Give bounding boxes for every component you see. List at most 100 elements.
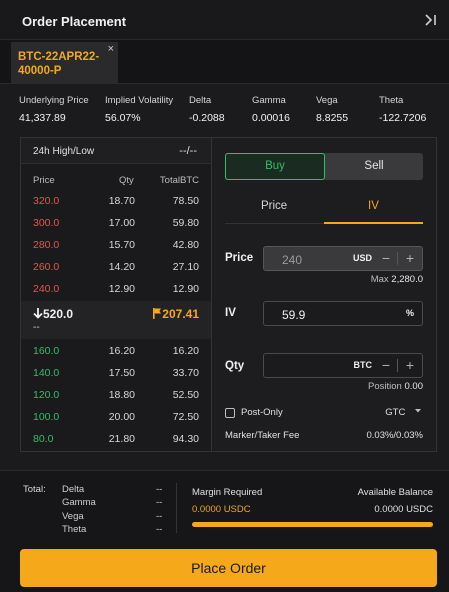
qty-input[interactable]: BTC − +	[263, 353, 423, 378]
ask-price: 260.0	[33, 261, 60, 273]
total-label: Total:	[23, 484, 46, 495]
last-price: 207.41	[152, 307, 199, 321]
total-gamma-value: --	[156, 497, 163, 508]
instrument-tab-label: BTC-22APR22-40000-P	[18, 51, 100, 77]
minus-icon[interactable]: −	[382, 357, 390, 373]
ask-row[interactable]: 320.0 18.70 78.50	[21, 195, 211, 217]
ask-total: 27.10	[172, 261, 199, 273]
greek-label: Delta	[189, 95, 212, 106]
tab-iv[interactable]: IV	[368, 200, 379, 212]
high-low-row: 24h High/Low --/--	[21, 138, 211, 164]
margin-required-label: Margin Required	[192, 487, 263, 498]
bid-price: 100.0	[33, 411, 60, 423]
tab-price[interactable]: Price	[261, 200, 287, 212]
position-value: 0.00	[404, 381, 424, 392]
margin-usage-bar	[192, 522, 433, 527]
greek-theta: Theta -122.7206	[379, 95, 426, 124]
total-vega-value: --	[156, 511, 163, 522]
post-only-label: Post-Only	[241, 407, 283, 418]
bid-row[interactable]: 100.0 20.00 72.50	[21, 411, 211, 433]
price-unit: USD	[352, 253, 372, 263]
ask-row[interactable]: 260.0 14.20 27.10	[21, 261, 211, 283]
bid-price: 160.0	[33, 345, 60, 357]
greek-value: -0.2088	[189, 112, 225, 124]
greek-vega: Vega 8.8255	[316, 95, 348, 124]
iv-unit: %	[405, 308, 414, 318]
greek-value: 8.8255	[316, 112, 349, 124]
close-icon[interactable]: ×	[108, 43, 114, 55]
bid-row[interactable]: 120.0 18.80 52.50	[21, 389, 211, 411]
available-balance-value: 0.0000 USDC	[374, 504, 433, 515]
bid-qty: 21.80	[108, 433, 135, 445]
price-input[interactable]: 240 USD − +	[263, 246, 423, 271]
collapse-right-icon[interactable]	[424, 13, 438, 27]
high-low-label: 24h High/Low	[33, 146, 95, 157]
greek-label: Implied Volatility	[105, 95, 174, 106]
total-gamma-label: Gamma	[62, 497, 96, 508]
bid-row[interactable]: 160.0 16.20 16.20	[21, 345, 211, 367]
ask-price: 240.0	[33, 283, 60, 295]
book-header-qty: Qty	[119, 175, 134, 186]
max-value: 2,280.0	[391, 274, 423, 285]
stepper-divider	[397, 359, 398, 372]
place-order-button[interactable]: Place Order	[20, 549, 437, 587]
plus-icon[interactable]: +	[406, 250, 414, 266]
iv-input[interactable]: 59.9 %	[263, 301, 423, 326]
bid-row[interactable]: 80.0 21.80 94.30	[21, 433, 211, 455]
greek-value: -122.7206	[379, 112, 427, 124]
bid-qty: 18.80	[108, 389, 135, 401]
greek-implied-volatility: Implied Volatility 56.07%	[105, 95, 173, 124]
bid-qty: 16.20	[108, 345, 135, 357]
bid-qty: 20.00	[108, 411, 135, 423]
greek-label: Vega	[316, 95, 338, 106]
bid-price: 80.0	[33, 433, 54, 445]
minus-icon[interactable]: −	[382, 250, 390, 266]
plus-icon[interactable]: +	[406, 357, 414, 373]
ask-price: 280.0	[33, 239, 60, 251]
greek-gamma: Gamma 0.00016	[252, 95, 290, 124]
mark-price-value: 520.0	[43, 307, 74, 321]
ask-total: 12.90	[172, 283, 199, 295]
side-toggle: Buy Sell	[225, 153, 423, 180]
order-summary: Total: Delta -- Gamma -- Vega -- Theta -…	[0, 470, 449, 592]
bid-price: 140.0	[33, 367, 60, 379]
flag-icon	[153, 308, 162, 319]
bid-row[interactable]: 140.0 17.50 33.70	[21, 367, 211, 389]
total-theta-label: Theta	[62, 524, 87, 535]
buy-button[interactable]: Buy	[225, 153, 325, 180]
position-label: Position	[368, 381, 402, 392]
sell-button[interactable]: Sell	[325, 153, 423, 180]
bid-total: 94.30	[172, 433, 199, 445]
checkbox-icon[interactable]	[225, 408, 235, 418]
ask-total: 78.50	[172, 195, 199, 207]
total-delta-label: Delta	[62, 484, 85, 495]
time-in-force-select[interactable]: GTC	[385, 407, 422, 418]
fee-label: Marker/Taker Fee	[225, 430, 300, 441]
qty-label: Qty	[225, 360, 245, 372]
total-vega-label: Vega	[62, 511, 84, 522]
ask-qty: 14.20	[108, 261, 135, 273]
panel-header: Order Placement	[0, 0, 449, 40]
bid-qty: 17.50	[108, 367, 135, 379]
ask-qty: 15.70	[108, 239, 135, 251]
greeks-summary: Underlying Price 41,337.89 Implied Volat…	[0, 84, 449, 134]
price-label: Price	[225, 252, 254, 264]
ask-row[interactable]: 280.0 15.70 42.80	[21, 239, 211, 261]
panel-title: Order Placement	[22, 14, 127, 29]
ask-total: 42.80	[172, 239, 199, 251]
high-low-value: --/--	[179, 145, 197, 157]
greek-label: Underlying Price	[19, 95, 89, 106]
ask-row[interactable]: 300.0 17.00 59.80	[21, 217, 211, 239]
instrument-tab[interactable]: BTC-22APR22-40000-P ×	[11, 42, 118, 84]
max-label: Max	[370, 274, 389, 285]
price-input-value: 240	[282, 253, 303, 267]
instrument-tabbar: BTC-22APR22-40000-P ×	[0, 40, 449, 84]
arrow-down-icon	[33, 308, 43, 319]
qty-unit: BTC	[353, 360, 373, 370]
bid-total: 72.50	[172, 411, 199, 423]
position-hint: Position 0.00	[368, 381, 423, 392]
fee-value: 0.03%/0.03%	[366, 430, 423, 441]
total-theta-value: --	[156, 524, 163, 535]
order-mode-tabs: Price IV	[225, 191, 423, 224]
total-delta-value: --	[156, 484, 163, 495]
